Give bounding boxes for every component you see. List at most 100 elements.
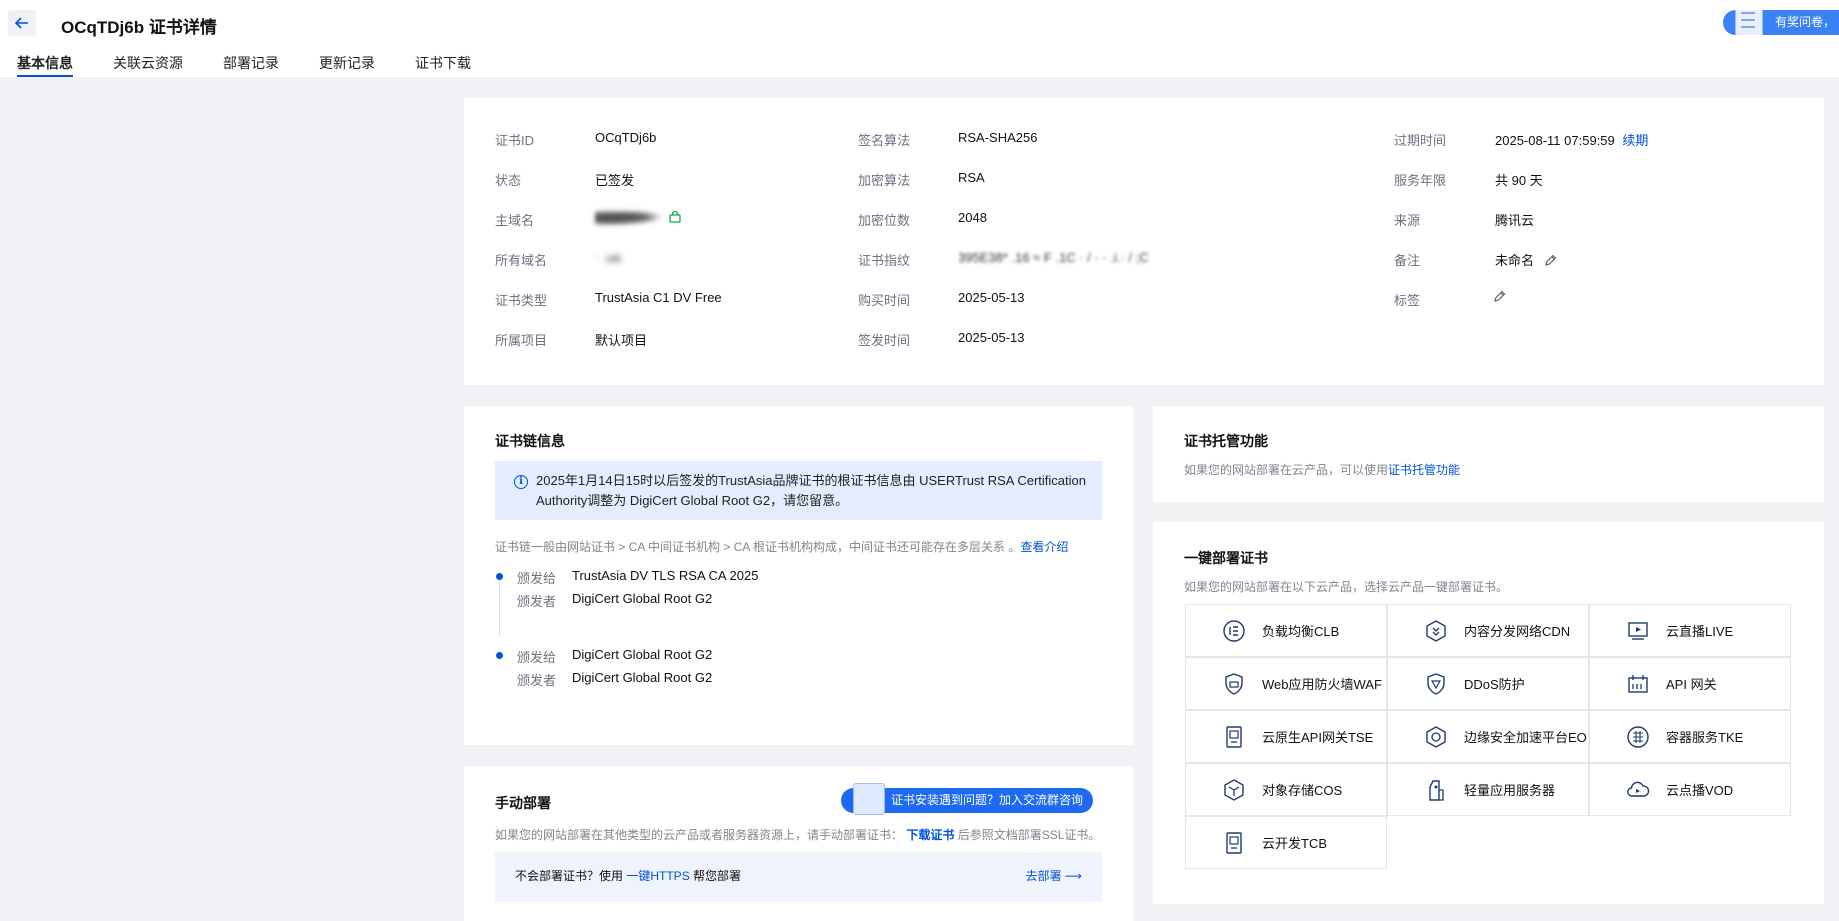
ddos-icon bbox=[1424, 672, 1448, 696]
back-button[interactable] bbox=[8, 10, 36, 36]
issued-by-value-1: DigiCert Global Root G2 bbox=[572, 591, 713, 606]
product-grid: 负载均衡CLB 内容分发网络CDN 云直播LIVE Web应用防火墙WAF DD… bbox=[1185, 604, 1791, 876]
product-waf[interactable]: Web应用防火墙WAF bbox=[1185, 657, 1387, 710]
remark-value: 未命名 bbox=[1495, 250, 1557, 270]
https-banner-text: 不会部署证书？使用 一键HTTPS 帮您部署 bbox=[515, 869, 742, 883]
purchase-time-label: 购买时间 bbox=[858, 293, 911, 308]
issued-to-label-1: 颁发给 bbox=[517, 571, 557, 586]
cert-chain-card: 证书链信息 i 2025年1月14日15时以后签发的TrustAsia品牌证书的… bbox=[464, 406, 1133, 745]
info-icon: i bbox=[514, 475, 528, 489]
edit-remark-icon[interactable] bbox=[1544, 254, 1557, 270]
main-domain-value bbox=[595, 208, 681, 226]
manual-title: 手动部署 bbox=[495, 795, 551, 811]
product-tcb[interactable]: 云开发TCB bbox=[1185, 816, 1387, 869]
product-live[interactable]: 云直播LIVE bbox=[1589, 604, 1791, 657]
service-years-value: 共 90 天 bbox=[1495, 173, 1543, 188]
fingerprint-label: 证书指纹 bbox=[858, 253, 911, 268]
chain-title: 证书链信息 bbox=[495, 433, 565, 449]
lighthouse-icon bbox=[1424, 778, 1448, 802]
expire-value: 2025-08-11 07:59:59 续期 bbox=[1495, 133, 1649, 148]
lock-icon bbox=[668, 210, 681, 223]
status-label: 状态 bbox=[495, 173, 522, 188]
survey-button[interactable]: 有奖问卷， bbox=[1723, 10, 1839, 35]
project-label: 所属项目 bbox=[495, 333, 548, 348]
product-cos[interactable]: 对象存储COS bbox=[1185, 763, 1387, 816]
tab-cert-download[interactable]: 证书下载 bbox=[415, 53, 471, 77]
tse-icon bbox=[1222, 725, 1246, 749]
clb-icon bbox=[1222, 619, 1246, 643]
hosting-desc: 如果您的网站部署在云产品，可以使用证书托管功能 bbox=[1184, 463, 1461, 477]
join-group-button[interactable]: 证书安装遇到问题？加入交流群咨询 bbox=[841, 783, 1093, 815]
sign-alg-value: RSA-SHA256 bbox=[958, 130, 1038, 145]
survey-doc-icon bbox=[1735, 10, 1763, 35]
header-bar: OCqTDj6b 证书详情 基本信息 关联云资源 部署记录 更新记录 证书下载 … bbox=[0, 0, 1839, 77]
source-label: 来源 bbox=[1394, 213, 1421, 228]
tab-related-resources[interactable]: 关联云资源 bbox=[113, 53, 183, 77]
hosting-link[interactable]: 证书托管功能 bbox=[1388, 463, 1460, 477]
tcb-icon bbox=[1222, 831, 1246, 855]
page-title: OCqTDj6b 证书详情 bbox=[61, 18, 217, 37]
cert-id-label: 证书ID bbox=[495, 133, 535, 148]
deploy-title: 一键部署证书 bbox=[1184, 550, 1268, 566]
cert-id-value: OCqTDj6b bbox=[595, 130, 657, 145]
edgeone-icon bbox=[1424, 725, 1448, 749]
enc-alg-value: RSA bbox=[958, 170, 985, 185]
product-tke[interactable]: 容器服务TKE bbox=[1589, 710, 1791, 763]
issued-to-value-1: TrustAsia DV TLS RSA CA 2025 bbox=[572, 568, 759, 583]
go-deploy-link[interactable]: 去部署 ⟶ bbox=[1025, 867, 1082, 884]
expire-label: 过期时间 bbox=[1394, 133, 1447, 148]
remark-label: 备注 bbox=[1394, 253, 1421, 268]
product-vod[interactable]: 云点播VOD bbox=[1589, 763, 1791, 816]
cert-type-label: 证书类型 bbox=[495, 293, 548, 308]
sign-alg-label: 签名算法 bbox=[858, 133, 911, 148]
manual-desc: 如果您的网站部署在其他类型的云产品或者服务器资源上，请手动部署证书： 下载证书 … bbox=[495, 828, 1101, 842]
all-domains-label: 所有域名 bbox=[495, 253, 548, 268]
chain-notice: i 2025年1月14日15时以后签发的TrustAsia品牌证书的根证书信息由… bbox=[495, 461, 1102, 520]
cert-type-value: TrustAsia C1 DV Free bbox=[595, 290, 722, 305]
deploy-desc: 如果您的网站部署在以下云产品，选择云产品一键部署证书。 bbox=[1184, 580, 1509, 594]
product-edgeone[interactable]: 边缘安全加速平台EO bbox=[1387, 710, 1589, 763]
renew-link[interactable]: 续期 bbox=[1622, 133, 1648, 148]
tab-deploy-records[interactable]: 部署记录 bbox=[223, 53, 279, 77]
issued-to-label-2: 颁发给 bbox=[517, 650, 557, 665]
edit-tag-icon[interactable] bbox=[1493, 290, 1506, 306]
tag-value bbox=[1493, 289, 1506, 306]
hosting-title: 证书托管功能 bbox=[1184, 433, 1268, 449]
one-click-https-link[interactable]: 一键HTTPS bbox=[626, 869, 689, 883]
issue-time-value: 2025-05-13 bbox=[958, 330, 1025, 345]
enc-alg-label: 加密算法 bbox=[858, 173, 911, 188]
api-gateway-icon bbox=[1626, 672, 1650, 696]
download-cert-link[interactable]: 下载证书 bbox=[906, 828, 954, 842]
issued-by-value-2: DigiCert Global Root G2 bbox=[572, 670, 713, 685]
product-tse[interactable]: 云原生API网关TSE bbox=[1185, 710, 1387, 763]
chain-connector bbox=[499, 576, 500, 636]
cdn-icon bbox=[1424, 619, 1448, 643]
key-bits-value: 2048 bbox=[958, 210, 987, 225]
https-banner: 不会部署证书？使用 一键HTTPS 帮您部署 去部署 ⟶ bbox=[495, 852, 1102, 902]
main-domain-label: 主域名 bbox=[495, 213, 535, 228]
issued-by-label-2: 颁发者 bbox=[517, 673, 557, 688]
project-value: 默认项目 bbox=[595, 333, 648, 348]
issued-by-label-1: 颁发者 bbox=[517, 594, 557, 609]
vod-icon bbox=[1626, 778, 1650, 802]
key-bits-label: 加密位数 bbox=[858, 213, 911, 228]
chain-notice-text: 2025年1月14日15时以后签发的TrustAsia品牌证书的根证书信息由 U… bbox=[536, 473, 1086, 508]
product-clb[interactable]: 负载均衡CLB bbox=[1185, 604, 1387, 657]
live-icon bbox=[1626, 619, 1650, 643]
arrow-left-icon bbox=[15, 17, 28, 29]
tab-basic-info[interactable]: 基本信息 bbox=[17, 53, 73, 77]
product-lighthouse[interactable]: 轻量应用服务器 bbox=[1387, 763, 1589, 816]
chat-group-icon bbox=[853, 783, 885, 815]
manual-deploy-card: 手动部署 证书安装遇到问题？加入交流群咨询 如果您的网站部署在其他类型的云产品或… bbox=[464, 766, 1133, 921]
chain-desc: 证书链一般由网站证书 > CA 中间证书机构 > CA 根证书机构构成，中间证书… bbox=[495, 540, 1069, 554]
product-cdn[interactable]: 内容分发网络CDN bbox=[1387, 604, 1589, 657]
tab-update-records[interactable]: 更新记录 bbox=[319, 53, 375, 77]
view-intro-link[interactable]: 查看介绍 bbox=[1020, 540, 1068, 554]
product-api-gateway[interactable]: API 网关 bbox=[1589, 657, 1791, 710]
issued-to-value-2: DigiCert Global Root G2 bbox=[572, 647, 713, 662]
one-click-deploy-card: 一键部署证书 如果您的网站部署在以下云产品，选择云产品一键部署证书。 负载均衡C… bbox=[1153, 522, 1824, 904]
redacted-domain bbox=[595, 208, 665, 226]
all-domains-value: · .ua bbox=[595, 250, 622, 265]
product-ddos[interactable]: DDoS防护 bbox=[1387, 657, 1589, 710]
waf-icon bbox=[1222, 672, 1246, 696]
